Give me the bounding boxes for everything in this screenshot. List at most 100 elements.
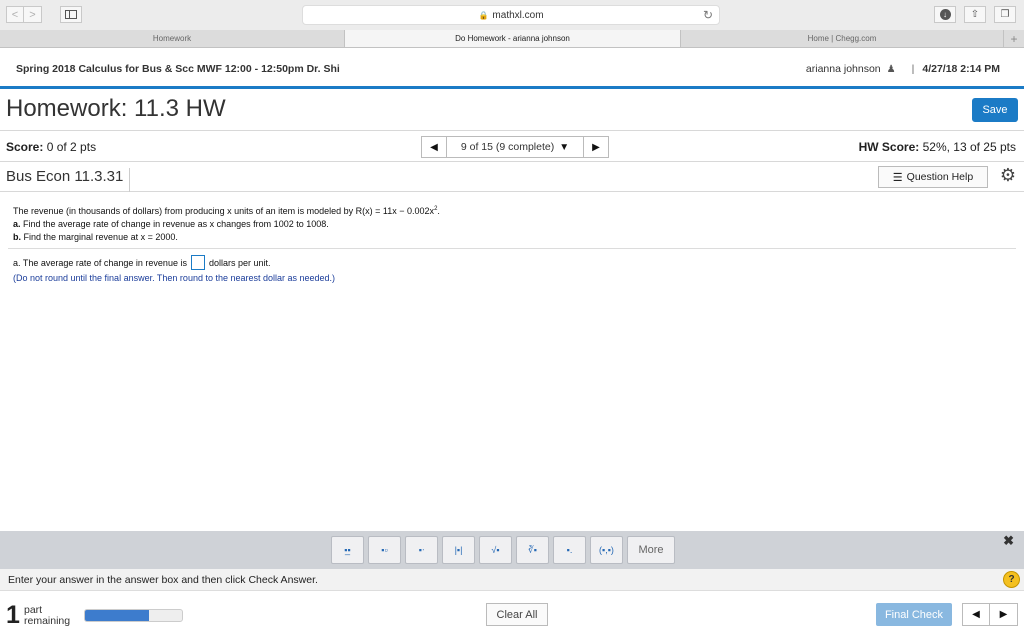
url-text: mathxl.com: [492, 9, 544, 21]
triangle-right-icon: ▶: [999, 609, 1008, 620]
browser-tabs: Homework Do Homework - arianna johnson H…: [0, 30, 1024, 48]
part-b-label: b.: [13, 232, 21, 242]
triangle-down-icon: ▼: [559, 141, 570, 153]
share-icon: ⇧: [970, 9, 980, 20]
part-b: b. Find the marginal revenue at x = 2000…: [13, 231, 1013, 244]
user-name[interactable]: arianna johnson: [806, 63, 881, 75]
previous-question-button[interactable]: ◀: [962, 603, 990, 626]
browser-nav: < >: [6, 6, 42, 23]
tab-homework[interactable]: Homework: [0, 30, 345, 47]
square-root-button[interactable]: √▪: [479, 536, 512, 564]
score-label: Score:: [6, 140, 44, 154]
tabs-icon: ❐: [1000, 9, 1010, 20]
instruction-text: Enter your answer in the answer box and …: [8, 574, 318, 586]
score: Score: 0 of 2 pts: [6, 140, 96, 154]
instruction-bar: Enter your answer in the answer box and …: [0, 569, 1024, 591]
list-icon: ☰: [892, 171, 903, 184]
plus-icon: +: [1010, 31, 1018, 46]
mixed-number-button[interactable]: ▪▫: [368, 536, 401, 564]
question-title: Bus Econ 11.3.31: [6, 168, 131, 192]
tab-chegg[interactable]: Home | Chegg.com: [681, 30, 1004, 47]
progress-fill: [85, 610, 150, 621]
fraction-button[interactable]: ▪̲▪: [331, 536, 364, 564]
question-help-label: Question Help: [906, 171, 974, 183]
tab-do-homework[interactable]: Do Homework - arianna johnson: [345, 30, 681, 47]
intro-text: The revenue (in thousands of dollars) fr…: [13, 206, 435, 216]
triangle-left-icon: ◀: [430, 141, 438, 153]
parts-remaining-count: 1: [6, 601, 20, 629]
save-button[interactable]: Save: [972, 98, 1018, 122]
answer-suffix: dollars per unit.: [208, 257, 271, 268]
interval-button[interactable]: (▪,▪): [590, 536, 623, 564]
score-value: 0 of 2 pts: [46, 140, 97, 154]
interval-icon: (▪,▪): [599, 545, 614, 555]
question-help-button[interactable]: ☰ Question Help: [878, 166, 988, 188]
address-bar[interactable]: 🔒 mathxl.com ↻: [302, 5, 720, 25]
math-palette: ▪̲▪ ▪▫ ▪ᐧ |▪| √▪ ∛▪ ▪. (▪,▪) More ✖: [0, 531, 1024, 569]
back-button[interactable]: <: [6, 6, 24, 23]
hw-score-label: HW Score:: [858, 140, 920, 154]
downloads-button[interactable]: ↓: [934, 6, 956, 23]
tabs-overview-button[interactable]: ❐: [994, 6, 1016, 23]
final-check-button[interactable]: Final Check: [876, 603, 952, 626]
forward-button[interactable]: >: [24, 6, 42, 23]
answer-input[interactable]: [190, 255, 205, 270]
browser-actions: ↓ ⇧ ❐: [934, 6, 1016, 23]
decimal-icon: ▪.: [566, 545, 573, 555]
next-question-button[interactable]: ▶: [990, 603, 1018, 626]
user-icon: ♟: [886, 63, 896, 75]
part-a-label: a.: [13, 219, 21, 229]
answer-line: a. The average rate of change in revenue…: [13, 255, 271, 270]
part-b-text: Find the marginal revenue at x = 2000.: [23, 232, 178, 242]
exponent-icon: ▪ᐧ: [418, 544, 425, 555]
hw-score: HW Score: 52%, 13 of 25 pts: [859, 140, 1016, 154]
gear-icon[interactable]: ⚙: [1000, 165, 1016, 186]
close-icon[interactable]: ✖: [1003, 533, 1014, 549]
absolute-value-button[interactable]: |▪|: [442, 536, 475, 564]
absolute-value-icon: |▪|: [454, 545, 463, 555]
answer-prefix: a. The average rate of change in revenue…: [13, 257, 187, 268]
lock-icon: 🔒: [478, 10, 489, 20]
page-title: Homework: 11.3 HW: [6, 95, 226, 122]
nth-root-button[interactable]: ∛▪: [516, 536, 549, 564]
problem-intro: The revenue (in thousands of dollars) fr…: [13, 206, 440, 216]
parts-remaining-label: part remaining: [24, 605, 70, 627]
decimal-button[interactable]: ▪.: [553, 536, 586, 564]
tab-label: Homework: [152, 34, 192, 43]
tab-label: Do Homework - arianna johnson: [455, 34, 570, 43]
more-button[interactable]: More: [627, 536, 675, 564]
more-label: More: [638, 544, 664, 556]
next-question-button[interactable]: ▶: [583, 136, 609, 158]
problem-statement: The revenue (in thousands of dollars) fr…: [13, 203, 1013, 244]
download-icon: ↓: [939, 9, 951, 20]
reload-icon[interactable]: ↻: [703, 8, 713, 22]
score-row: Score: 0 of 2 pts ◀ 9 of 15 (9 complete)…: [0, 130, 1024, 162]
divider: [8, 248, 1016, 249]
part-a-text: Find the average rate of change in reven…: [23, 219, 329, 229]
question-navigator: ◀ 9 of 15 (9 complete) ▼ ▶: [421, 136, 609, 158]
previous-question-button[interactable]: ◀: [421, 136, 447, 158]
nth-root-icon: ∛▪: [528, 544, 537, 555]
course-title: Spring 2018 Calculus for Bus & Scc MWF 1…: [16, 63, 340, 75]
fraction-icon: ▪̲▪: [344, 545, 351, 555]
question-select[interactable]: 9 of 15 (9 complete) ▼: [447, 136, 583, 158]
sidebar-toggle-button[interactable]: [60, 6, 82, 23]
user-info: arianna johnson ♟ | 4/27/18 2:14 PM: [806, 63, 1000, 75]
triangle-right-icon: ▶: [592, 141, 600, 153]
clear-all-button[interactable]: Clear All: [486, 603, 548, 626]
status-bar: 1 part remaining Clear All Final Check ◀…: [0, 591, 1024, 640]
triangle-left-icon: ◀: [972, 609, 980, 620]
mixed-number-icon: ▪▫: [381, 545, 388, 555]
new-tab-button[interactable]: +: [1004, 30, 1024, 47]
share-button[interactable]: ⇧: [964, 6, 986, 23]
tab-label: Home | Chegg.com: [807, 34, 877, 43]
progress-bar: [84, 609, 183, 622]
question-position: 9 of 15 (9 complete): [460, 141, 555, 153]
question-header: Bus Econ 11.3.31 ☰ Question Help ⚙: [0, 162, 1024, 192]
help-icon[interactable]: ?: [1003, 571, 1020, 588]
square-root-icon: √▪: [491, 545, 500, 555]
sidebar-icon: [65, 10, 77, 19]
browser-toolbar: < > 🔒 mathxl.com ↻ ↓ ⇧ ❐: [0, 0, 1024, 30]
exponent-button[interactable]: ▪ᐧ: [405, 536, 438, 564]
chevron-right-icon: >: [29, 8, 36, 21]
